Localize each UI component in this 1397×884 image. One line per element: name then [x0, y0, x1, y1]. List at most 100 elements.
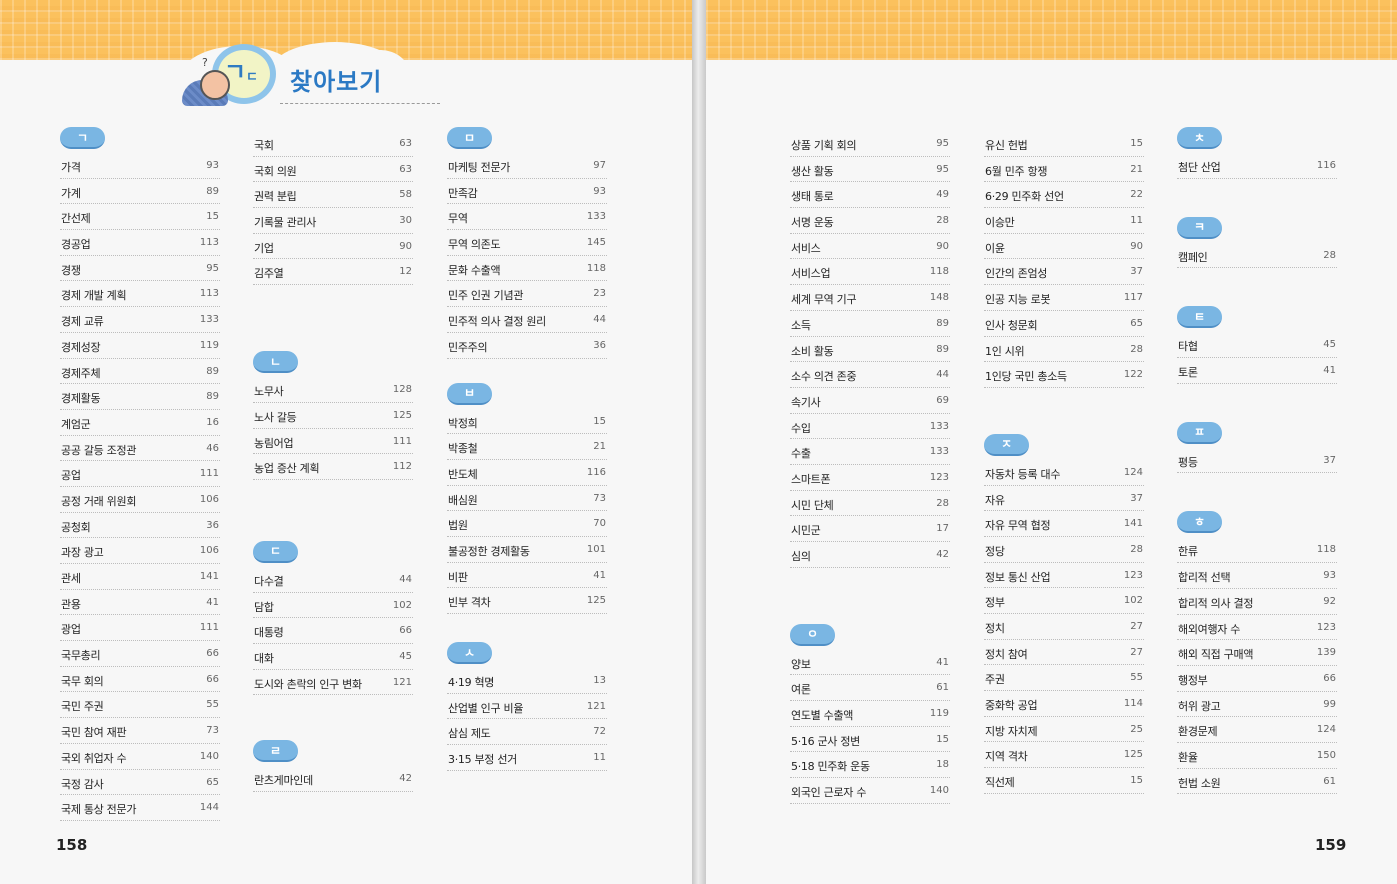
index-entry: 반도체 116	[447, 460, 607, 486]
index-page-number: 102	[392, 599, 412, 611]
index-entry: 합리적 의사 결정 92	[1177, 589, 1337, 615]
index-term: 소득	[791, 318, 811, 332]
index-page-number: 73	[593, 492, 606, 504]
index-page-number: 17	[936, 523, 949, 535]
index-term: 산업별 인구 비율	[448, 701, 524, 715]
index-entry: 산업별 인구 비율 121	[447, 694, 607, 720]
index-term: 1인당 국민 총소득	[985, 370, 1067, 384]
index-term: 삼심 제도	[448, 727, 491, 741]
index-term: 대화	[254, 651, 274, 665]
index-term: 생태 통로	[791, 190, 834, 204]
index-page-number: 123	[1123, 569, 1143, 581]
index-page-number: 44	[936, 369, 949, 381]
index-page-number: 45	[399, 650, 412, 662]
index-term: 수입	[791, 421, 811, 435]
index-page-number: 118	[1316, 544, 1336, 556]
index-term: 시민 단체	[791, 498, 834, 512]
index-entry: 세계 무역 기구 148	[790, 285, 950, 311]
index-term: 민주주의	[448, 340, 488, 354]
index-term: 이윤	[985, 241, 1005, 255]
index-page-number: 133	[586, 211, 606, 223]
index-entry: 지방 자치제 25	[984, 717, 1144, 743]
index-term: 해외 직접 구매액	[1178, 648, 1254, 662]
index-entry: 수입 133	[790, 414, 950, 440]
index-page-number: 89	[936, 317, 949, 329]
index-term: 비판	[448, 570, 468, 584]
index-page-number: 15	[936, 733, 949, 745]
index-entry: 1인 시위 28	[984, 337, 1144, 363]
index-entry: 상품 기획 회의 95	[790, 131, 950, 157]
index-entry: 해외 직접 구매액 139	[1177, 640, 1337, 666]
index-entry: 한류 118	[1177, 537, 1337, 564]
index-term: 국정 감사	[61, 777, 104, 791]
index-page-number: 69	[936, 394, 949, 406]
header-band	[706, 0, 1397, 60]
index-term: 광업	[61, 623, 81, 637]
index-term: 경제 개발 계획	[61, 289, 127, 303]
title-underline	[280, 103, 440, 104]
index-page-number: 106	[199, 493, 219, 505]
index-page-number: 11	[593, 752, 606, 764]
index-term: 경제주체	[61, 366, 101, 380]
index-entry: 관용 41	[60, 590, 220, 616]
index-page-number: 106	[199, 545, 219, 557]
index-page-number: 72	[593, 726, 606, 738]
index-term: 인공 지능 로봇	[985, 293, 1051, 307]
index-entry: 소득 89	[790, 311, 950, 337]
index-page-number: 66	[1323, 672, 1336, 684]
index-entry: 자동차 등록 대수 124	[984, 460, 1144, 486]
index-term: 환율	[1178, 750, 1198, 764]
section-label-hieut: ㅎ	[1177, 511, 1222, 534]
index-term: 박정희	[448, 416, 478, 430]
index-term: 민주적 의사 결정 원리	[448, 315, 546, 329]
section-label-rieul: ㄹ	[253, 740, 298, 763]
index-entry: 노사 갈등 125	[253, 403, 413, 429]
index-entry: 인공 지능 로봇 117	[984, 285, 1144, 311]
index-term: 불공정한 경제활동	[448, 544, 530, 558]
left-page: ㄱ ㄷ ? 찾아보기 ㄱ 가격 93 가계 89 간선제 15 경공업 113 경쟁 95 경제 개…	[0, 0, 692, 884]
index-term: 문화 수출액	[448, 263, 501, 277]
index-entry: 평등 37	[1177, 448, 1337, 474]
index-term: 속기사	[791, 395, 821, 409]
index-page-number: 28	[1323, 249, 1336, 261]
index-entry: 정보 통신 산업 123	[984, 563, 1144, 589]
index-entry: 생산 활동 95	[790, 157, 950, 183]
index-page-number: 111	[392, 435, 412, 447]
index-entry: 문화 수출액 118	[447, 256, 607, 282]
index-entry: 여론 61	[790, 675, 950, 702]
index-page-number: 90	[399, 240, 412, 252]
index-page-number: 133	[199, 314, 219, 326]
index-term: 상품 기획 회의	[791, 139, 857, 152]
index-entry: 비판 41	[447, 563, 607, 589]
index-term: 소비 활동	[791, 344, 834, 358]
index-term: 행정부	[1178, 673, 1208, 687]
index-header: ㄱ ㄷ ? 찾아보기	[180, 40, 442, 110]
index-term: 국회	[254, 139, 274, 152]
index-page-number: 16	[206, 416, 219, 428]
index-entry: 토론 41	[1177, 358, 1337, 384]
index-term: 심의	[791, 550, 811, 563]
index-term: 공공 갈등 조정관	[61, 443, 137, 457]
index-page-number: 117	[1123, 292, 1143, 304]
index-term: 6월 민주 항쟁	[985, 164, 1048, 178]
index-page-number: 41	[593, 569, 606, 581]
index-page-number: 116	[1316, 160, 1336, 171]
index-entry: 마케팅 전문가 97	[447, 153, 607, 179]
index-entry: 공공 갈등 조정관 46	[60, 436, 220, 462]
index-column-4: 상품 기획 회의 95 생산 활동 95 생태 통로 49 서명 운동 28 서비스 90 서비스업…	[790, 131, 950, 804]
index-term: 타협	[1178, 340, 1198, 354]
index-entry: 경제 개발 계획 113	[60, 281, 220, 308]
index-entry: 헌법 소원 61	[1177, 769, 1337, 795]
index-page-number: 28	[1130, 543, 1143, 555]
index-page-number: 37	[1323, 454, 1336, 466]
index-entry: 정부 102	[984, 588, 1144, 614]
index-term: 김주열	[254, 267, 284, 281]
index-page-number: 55	[206, 699, 219, 711]
index-entry: 박정희 15	[447, 409, 607, 435]
index-entry: 수출 133	[790, 439, 950, 465]
index-term: 국무총리	[61, 649, 101, 663]
index-term: 국민 참여 재판	[61, 726, 127, 740]
index-page-number: 102	[1123, 595, 1143, 607]
index-page-number: 95	[936, 163, 949, 175]
question-mark-icon: ?	[202, 56, 208, 69]
